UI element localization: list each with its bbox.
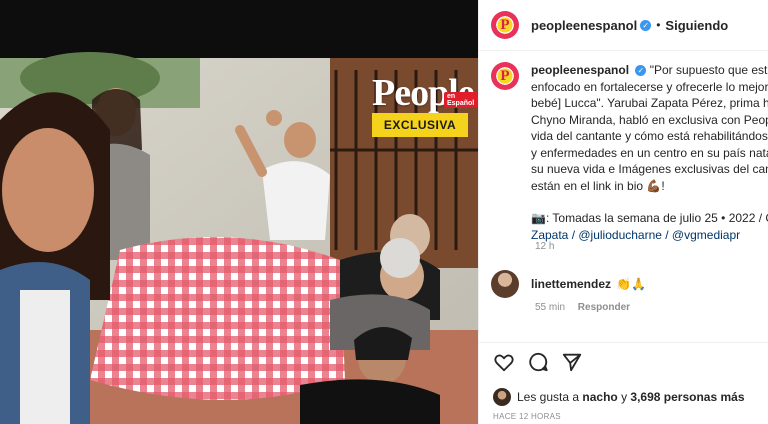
post-timestamp: HACE 12 HORAS (493, 412, 561, 421)
caption-text: peopleenespanol ✓ "Por supuesto que está… (531, 62, 768, 243)
caption-line-9: 📷: Tomadas la semana de julio 25 • 2022 … (531, 211, 768, 225)
caption-line-6: su nueva vida e Imágenes exclusivas del … (531, 162, 768, 176)
reply-button[interactable]: Responder (578, 302, 630, 313)
caption-line-2: bebé] Lucca". Yarubai Zapata Pérez, prim… (531, 96, 768, 110)
verified-check-icon: ✓ (640, 19, 652, 31)
caption-line-4: vida del cantante y cómo está rehabilitá… (531, 129, 768, 143)
comment-meta: 55 min Responder (535, 302, 630, 313)
commenter-username[interactable]: linettemendez (531, 277, 611, 291)
comment-timestamp: 55 min (535, 302, 566, 313)
post-header: P peopleenespanol ✓ • Siguiendo (479, 0, 768, 51)
caption-line-3: Chyno Miranda, habló en exclusiva con Pe… (531, 112, 768, 127)
account-avatar[interactable]: P (491, 11, 519, 39)
post-details-panel: P peopleenespanol ✓ • Siguiendo P people… (478, 0, 768, 424)
caption-line-7: están en el link in bio 💪🏾! (531, 178, 665, 193)
verified-check-icon: ✓ (635, 65, 647, 77)
liker-avatar (493, 388, 511, 406)
brand-logo-subtext: en Español (444, 92, 478, 108)
commenter-avatar[interactable] (491, 270, 519, 298)
caption-line-8 (531, 194, 768, 210)
likes-prefix: Les gusta a (517, 390, 580, 404)
caption-line-0-text: "Por supuesto que está v (649, 63, 768, 77)
send-icon[interactable] (561, 351, 583, 373)
likes-count[interactable]: 3,698 personas más (630, 390, 744, 404)
caption-avatar[interactable]: P (491, 62, 519, 90)
comment-text: 👏🙏 (616, 277, 646, 291)
post-photo-illustration (0, 0, 478, 424)
caption-line-5: y enfermedades en un centro en su país n… (531, 145, 768, 160)
caption-line-1: enfocado en fortalecerse y ofrecerle lo … (531, 79, 768, 94)
liker-username[interactable]: nacho (582, 390, 617, 404)
comment-icon[interactable] (527, 351, 549, 373)
following-button[interactable]: Siguiendo (665, 18, 728, 33)
likes-connector: y (621, 390, 628, 404)
exclusive-badge: EXCLUSIVA (372, 113, 468, 137)
comment-item: linettemendez 👏🙏 (491, 270, 646, 298)
caption-line-10[interactable]: Zapata / @julioducharne / @vgmediapr (531, 227, 768, 244)
account-username[interactable]: peopleenespanol (531, 18, 637, 33)
heart-icon[interactable] (493, 351, 515, 373)
action-bar (479, 342, 768, 383)
separator-dot: • (656, 18, 661, 32)
post-image[interactable]: People en Español EXCLUSIVA (0, 0, 478, 424)
caption-timestamp: 12 h (535, 241, 555, 252)
caption-line-0: peopleenespanol ✓ "Por supuesto que está… (531, 62, 768, 79)
likes-summary[interactable]: Les gusta a nacho y 3,698 personas más (493, 388, 745, 406)
post-caption: P peopleenespanol ✓ "Por supuesto que es… (491, 62, 768, 243)
caption-username[interactable]: peopleenespanol (531, 63, 629, 77)
